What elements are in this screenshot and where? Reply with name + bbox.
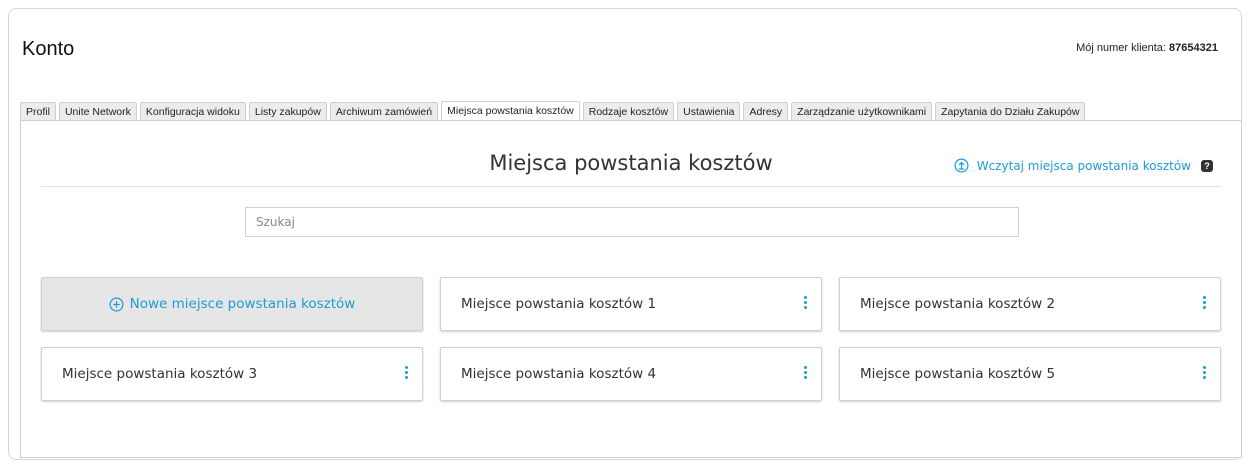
upload-circle-icon	[954, 158, 969, 173]
cost-center-name: Miejsce powstania kosztów 3	[62, 366, 258, 382]
kebab-menu-icon[interactable]	[803, 296, 807, 311]
kebab-menu-icon[interactable]	[404, 366, 408, 381]
cost-center-name: Miejsce powstania kosztów 4	[461, 366, 657, 382]
kebab-menu-icon[interactable]	[803, 366, 807, 381]
cost-centers-panel: Miejsca powstania kosztów Wczytaj miejsc…	[20, 120, 1242, 458]
tab-settings[interactable]: Ustawienia	[677, 102, 741, 122]
customer-number-label: Mój numer klienta:	[1076, 42, 1166, 54]
cost-center-card[interactable]: Miejsce powstania kosztów 1	[440, 277, 822, 331]
panel-header: Miejsca powstania kosztów Wczytaj miejsc…	[41, 121, 1221, 187]
cost-center-name: Miejsce powstania kosztów 5	[860, 366, 1056, 382]
tab-profil[interactable]: Profil	[20, 102, 56, 122]
search-input[interactable]	[245, 207, 1019, 237]
customer-number-value: 87654321	[1169, 42, 1218, 54]
tab-addresses[interactable]: Adresy	[743, 102, 789, 122]
cost-center-name: Miejsce powstania kosztów 2	[860, 296, 1056, 312]
kebab-menu-icon[interactable]	[1202, 366, 1206, 381]
customer-number: Mój numer klienta: 87654321	[1076, 42, 1218, 54]
help-icon[interactable]: ?	[1201, 159, 1213, 172]
tab-purchasing-requests[interactable]: Zapytania do Działu Zakupów	[935, 102, 1086, 122]
tab-user-management[interactable]: Zarządzanie użytkownikami	[791, 102, 933, 122]
plus-circle-icon	[109, 297, 124, 311]
new-cost-center-button[interactable]: Nowe miejsce powstania kosztów	[41, 277, 423, 331]
kebab-menu-icon[interactable]	[1202, 296, 1206, 311]
tab-order-archive[interactable]: Archiwum zamówień	[329, 102, 439, 122]
cost-center-name: Miejsce powstania kosztów 1	[461, 296, 657, 312]
load-cost-centers-link[interactable]: Wczytaj miejsca powstania kosztów ?	[954, 158, 1213, 173]
tab-unite-network[interactable]: Unite Network	[58, 102, 137, 122]
tab-shopping-lists[interactable]: Listy zakupów	[248, 102, 327, 122]
tab-cost-types[interactable]: Rodzaje kosztów	[582, 102, 675, 122]
tab-view-config[interactable]: Konfiguracja widoku	[139, 102, 246, 122]
new-cost-center-label: Nowe miejsce powstania kosztów	[129, 296, 356, 312]
cost-center-card[interactable]: Miejsce powstania kosztów 2	[839, 277, 1221, 331]
cost-center-card[interactable]: Miejsce powstania kosztów 4	[440, 347, 822, 401]
cost-center-card[interactable]: Miejsce powstania kosztów 3	[41, 347, 423, 401]
tab-bar: Profil Unite Network Konfiguracja widoku…	[20, 98, 1088, 122]
load-cost-centers-label: Wczytaj miejsca powstania kosztów	[976, 158, 1191, 173]
page-title: Konto	[22, 38, 75, 60]
tab-cost-centers[interactable]: Miejsca powstania kosztów	[441, 101, 580, 122]
cost-center-card[interactable]: Miejsce powstania kosztów 5	[839, 347, 1221, 401]
